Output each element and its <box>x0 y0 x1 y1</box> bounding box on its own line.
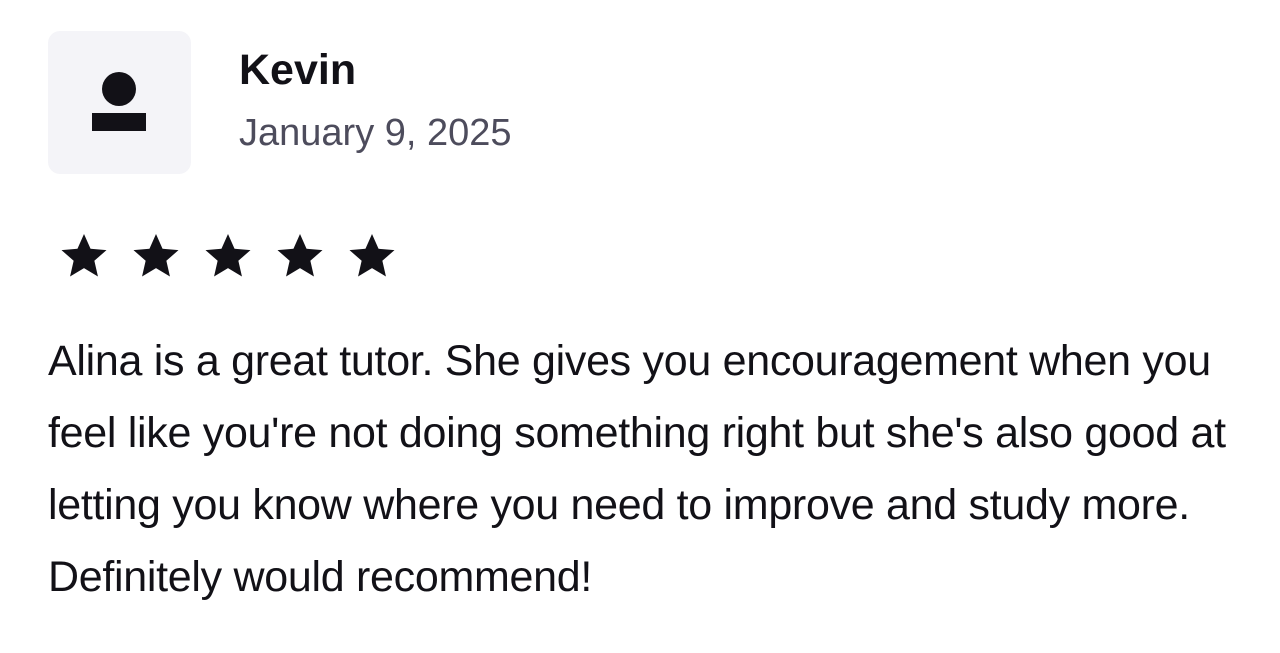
star-icon <box>349 233 395 277</box>
review-date: January 9, 2025 <box>239 112 512 154</box>
star-icon <box>133 233 179 277</box>
star-icon <box>205 233 251 277</box>
user-placeholder-icon <box>92 72 146 131</box>
review-text: Alina is a great tutor. She gives you en… <box>48 337 1226 601</box>
review-card: Kevin January 9, 2025 Alina is a great t… <box>0 0 1280 653</box>
star-icon <box>61 233 107 277</box>
author-name: Kevin <box>239 46 357 94</box>
star-rating <box>57 229 399 283</box>
star-icon <box>277 233 323 277</box>
avatar <box>48 31 191 174</box>
